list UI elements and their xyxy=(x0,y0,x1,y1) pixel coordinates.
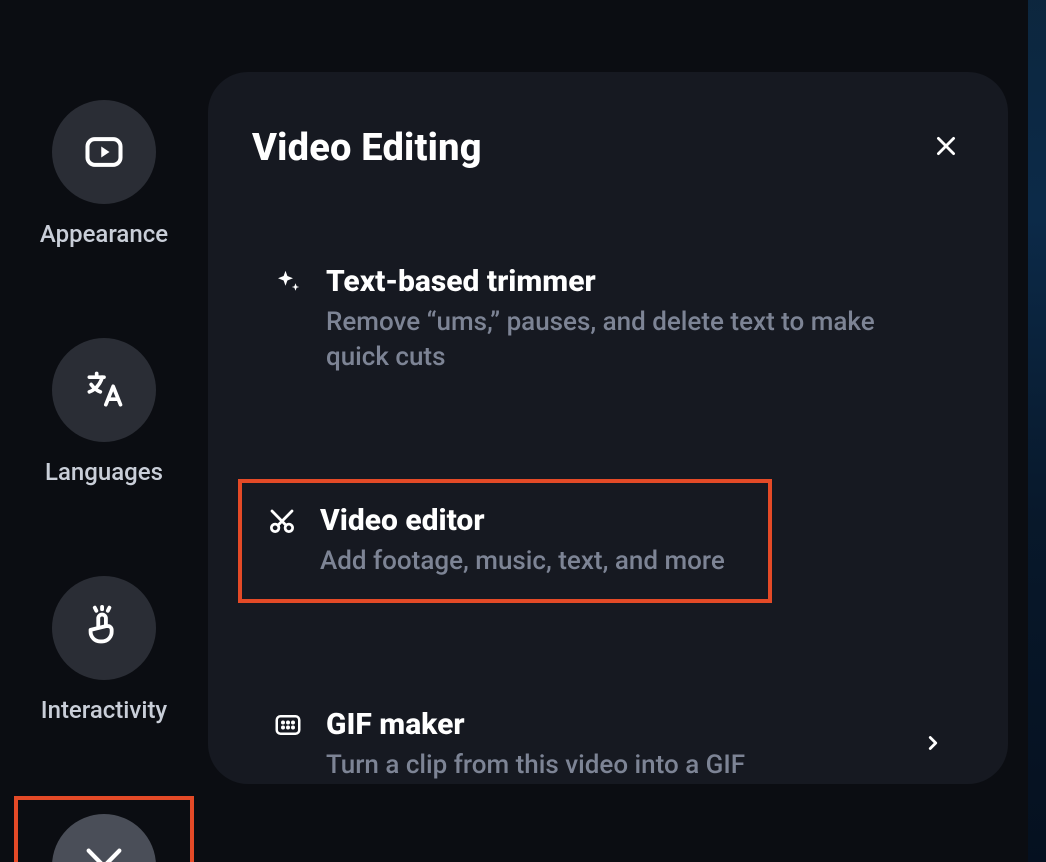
sidebar-item-label: Interactivity xyxy=(41,696,167,724)
sidebar-item-label: Appearance xyxy=(40,220,168,248)
background-strip xyxy=(1028,0,1046,862)
option-title: Video editor xyxy=(320,503,744,538)
gif-icon xyxy=(272,709,304,741)
scissors-icon xyxy=(266,505,298,537)
option-title: GIF maker xyxy=(326,707,900,742)
play-rect-icon xyxy=(52,100,156,204)
settings-sidebar: Appearance Languages xyxy=(0,0,208,862)
option-description: Turn a clip from this video into a GIF xyxy=(326,748,900,783)
sidebar-item-appearance[interactable]: Appearance xyxy=(14,82,194,260)
sidebar-item-interactivity[interactable]: Interactivity xyxy=(14,558,194,736)
panel-title: Video Editing xyxy=(252,126,482,170)
options-list: Text-based trimmer Remove “ums,” pauses,… xyxy=(242,240,974,807)
video-editing-panel: Video Editing xyxy=(208,72,1008,784)
sparkle-icon xyxy=(272,266,304,298)
option-gif-maker[interactable]: GIF maker Turn a clip from this video in… xyxy=(244,683,972,807)
scissors-icon xyxy=(52,814,156,862)
panel-header: Video Editing xyxy=(242,126,974,170)
chevron-right-icon xyxy=(922,732,944,758)
option-text-based-trimmer[interactable]: Text-based trimmer Remove “ums,” pauses,… xyxy=(244,240,972,399)
option-text: Text-based trimmer Remove “ums,” pauses,… xyxy=(326,264,944,375)
option-description: Remove “ums,” pauses, and delete text to… xyxy=(326,305,944,375)
app-root: Appearance Languages xyxy=(0,0,1046,862)
close-icon xyxy=(933,133,959,163)
option-text: GIF maker Turn a clip from this video in… xyxy=(326,707,900,783)
sidebar-item-languages[interactable]: Languages xyxy=(14,320,194,498)
option-description: Add footage, music, text, and more xyxy=(320,544,744,579)
option-text: Video editor Add footage, music, text, a… xyxy=(320,503,744,579)
tap-icon xyxy=(52,576,156,680)
close-button[interactable] xyxy=(928,130,964,166)
option-title: Text-based trimmer xyxy=(326,264,944,299)
sidebar-item-editing[interactable]: Editing xyxy=(14,796,194,862)
option-video-editor[interactable]: Video editor Add footage, music, text, a… xyxy=(238,479,772,603)
sidebar-item-label: Languages xyxy=(45,458,163,486)
translate-icon xyxy=(52,338,156,442)
